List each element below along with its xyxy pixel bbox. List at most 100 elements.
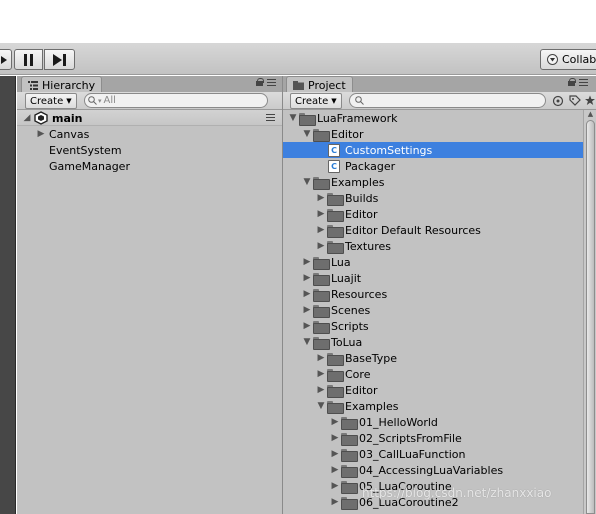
project-folder-item[interactable]: ▶ Editor bbox=[283, 382, 596, 398]
hierarchy-item-label: EventSystem bbox=[49, 143, 122, 157]
project-folder-item[interactable]: ▼ LuaFramework bbox=[283, 110, 596, 126]
lock-icon[interactable] bbox=[568, 78, 576, 86]
hierarchy-item[interactable]: GameManager bbox=[17, 158, 282, 174]
project-folder-item[interactable]: ▼ Examples bbox=[283, 398, 596, 414]
collapsed-triangle-icon[interactable]: ▶ bbox=[301, 289, 313, 299]
step-button[interactable] bbox=[44, 49, 75, 70]
project-folder-item[interactable]: ▶ 03_CallLuaFunction bbox=[283, 446, 596, 462]
project-item-label: Scenes bbox=[331, 303, 371, 317]
collapsed-triangle-icon[interactable]: ▶ bbox=[315, 369, 327, 379]
search-by-type-icon[interactable] bbox=[552, 95, 565, 107]
project-folder-item[interactable]: ▶ Scripts bbox=[283, 318, 596, 334]
folder-icon bbox=[313, 128, 330, 142]
folder-icon bbox=[327, 352, 344, 366]
project-folder-item[interactable]: ▶ Scenes bbox=[283, 302, 596, 318]
collapsed-triangle-icon[interactable]: ▶ bbox=[329, 465, 341, 475]
search-dropdown-icon: ▾ bbox=[98, 96, 102, 105]
folder-icon bbox=[313, 288, 330, 302]
project-create-button[interactable]: Create ▼ bbox=[290, 93, 342, 109]
panel-menu-icon[interactable] bbox=[267, 78, 276, 86]
hierarchy-item[interactable]: ▶ Canvas bbox=[17, 126, 282, 142]
csharp-script-icon: C bbox=[328, 159, 340, 173]
project-item-label: Examples bbox=[331, 175, 385, 189]
tab-project[interactable]: Project bbox=[286, 76, 353, 93]
folder-icon bbox=[341, 432, 358, 446]
collapsed-triangle-icon[interactable]: ▶ bbox=[315, 225, 327, 235]
project-tab-row: Project bbox=[283, 76, 596, 93]
scroll-up-arrow-icon[interactable]: ▲ bbox=[586, 110, 595, 118]
project-folder-item[interactable]: ▼ Editor bbox=[283, 126, 596, 142]
project-item-label: Builds bbox=[345, 191, 379, 205]
scene-view-edge[interactable] bbox=[0, 76, 16, 514]
expanded-triangle-icon[interactable]: ▼ bbox=[301, 177, 313, 187]
play-button[interactable] bbox=[0, 49, 12, 70]
hierarchy-list-icon bbox=[28, 81, 38, 90]
project-folder-item[interactable]: ▼ ToLua bbox=[283, 334, 596, 350]
collapsed-triangle-icon[interactable]: ▶ bbox=[315, 353, 327, 363]
collapsed-triangle-icon[interactable]: ▶ bbox=[329, 497, 341, 507]
hierarchy-search-input[interactable]: ▾ All bbox=[84, 93, 268, 108]
lock-icon[interactable] bbox=[256, 78, 264, 86]
project-folder-item[interactable]: ▼ Examples bbox=[283, 174, 596, 190]
hierarchy-create-button[interactable]: Create ▼ bbox=[25, 93, 77, 109]
collapsed-triangle-icon[interactable]: ▶ bbox=[329, 417, 341, 427]
expanded-triangle-icon[interactable]: ▼ bbox=[315, 401, 327, 411]
project-item-label: Lua bbox=[331, 255, 351, 269]
search-by-label-icon[interactable] bbox=[569, 95, 581, 107]
collapsed-triangle-icon[interactable]: ▶ bbox=[315, 193, 327, 203]
project-folder-item[interactable]: ▶ Resources bbox=[283, 286, 596, 302]
project-folder-item[interactable]: ▶ Textures bbox=[283, 238, 596, 254]
project-folder-item[interactable]: ▶ Builds bbox=[283, 190, 596, 206]
expanded-triangle-icon[interactable]: ▼ bbox=[301, 337, 313, 347]
favorites-star-icon[interactable] bbox=[585, 95, 595, 107]
project-folder-item[interactable]: ▶ 02_ScriptsFromFile bbox=[283, 430, 596, 446]
project-folder-item[interactable]: ▶ Editor Default Resources bbox=[283, 222, 596, 238]
project-scrollbar[interactable]: ▲ bbox=[583, 110, 596, 514]
collapsed-triangle-icon[interactable]: ▶ bbox=[301, 321, 313, 331]
project-folder-item[interactable]: ▶ Core bbox=[283, 366, 596, 382]
folder-icon bbox=[313, 256, 330, 270]
scene-menu-icon[interactable] bbox=[266, 114, 275, 121]
folder-icon bbox=[327, 240, 344, 254]
collapsed-triangle-icon[interactable]: ▶ bbox=[301, 273, 313, 283]
collapsed-triangle-icon[interactable]: ▶ bbox=[329, 433, 341, 443]
expanded-triangle-icon[interactable]: ▼ bbox=[287, 113, 299, 123]
project-folder-item[interactable]: ▶ Lua bbox=[283, 254, 596, 270]
project-folder-item[interactable]: ▶ Luajit bbox=[283, 270, 596, 286]
collapsed-triangle-icon[interactable]: ▶ bbox=[301, 305, 313, 315]
project-folder-item[interactable]: ▶ BaseType bbox=[283, 350, 596, 366]
collapsed-triangle-icon[interactable]: ▶ bbox=[315, 241, 327, 251]
collapsed-triangle-icon[interactable]: ▶ bbox=[35, 129, 47, 139]
collapsed-triangle-icon[interactable]: ▶ bbox=[315, 209, 327, 219]
project-folder-item[interactable]: ▶ 04_AccessingLuaVariables bbox=[283, 462, 596, 478]
collapsed-triangle-icon[interactable]: ▶ bbox=[301, 257, 313, 267]
scene-header-row[interactable]: ◢ main bbox=[17, 110, 282, 126]
folder-icon bbox=[313, 176, 330, 190]
pause-button[interactable] bbox=[14, 49, 43, 70]
project-tab-controls bbox=[568, 78, 588, 86]
hierarchy-item[interactable]: EventSystem bbox=[17, 142, 282, 158]
project-script-item[interactable]: C CustomSettings bbox=[283, 142, 596, 158]
project-item-label: 04_AccessingLuaVariables bbox=[359, 463, 504, 477]
project-item-label: LuaFramework bbox=[317, 111, 398, 125]
scrollbar-thumb[interactable] bbox=[586, 120, 595, 514]
collapsed-triangle-icon[interactable]: ▶ bbox=[329, 449, 341, 459]
project-item-label: BaseType bbox=[345, 351, 398, 365]
panel-menu-icon[interactable] bbox=[579, 78, 588, 86]
folder-icon bbox=[313, 336, 330, 350]
unity-scene-icon bbox=[34, 111, 48, 125]
project-item-label: Editor bbox=[331, 127, 364, 141]
expand-triangle-icon[interactable]: ◢ bbox=[21, 113, 33, 123]
tab-hierarchy[interactable]: Hierarchy bbox=[21, 76, 103, 93]
collapsed-triangle-icon[interactable]: ▶ bbox=[329, 481, 341, 491]
project-search-input[interactable] bbox=[349, 93, 546, 108]
folder-icon bbox=[341, 496, 358, 510]
project-script-item[interactable]: C Packager bbox=[283, 158, 596, 174]
project-folder-item[interactable]: ▶ 01_HelloWorld bbox=[283, 414, 596, 430]
collapsed-triangle-icon[interactable]: ▶ bbox=[315, 385, 327, 395]
search-icon bbox=[355, 96, 364, 105]
collab-button[interactable]: Collab bbox=[540, 49, 596, 70]
expanded-triangle-icon[interactable]: ▼ bbox=[301, 129, 313, 139]
project-folder-item[interactable]: ▶ Editor bbox=[283, 206, 596, 222]
project-item-label: 02_ScriptsFromFile bbox=[359, 431, 462, 445]
